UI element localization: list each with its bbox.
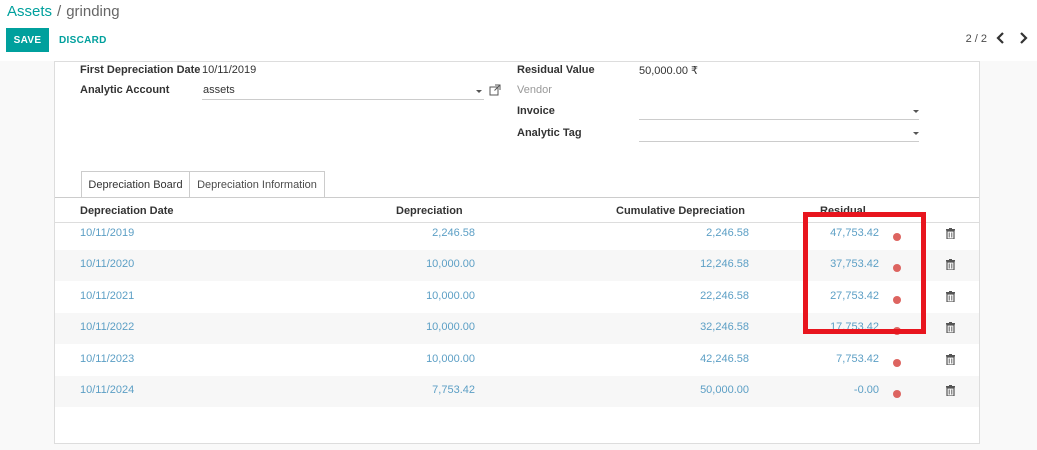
- invoice-field[interactable]: [639, 102, 919, 120]
- first-depreciation-date-value[interactable]: 10/11/2019: [202, 64, 256, 76]
- trash-icon[interactable]: [946, 385, 955, 397]
- row-depreciation: 10,000.00: [426, 258, 475, 270]
- row-cumulative: 22,246.58: [700, 290, 749, 302]
- row-date: 10/11/2024: [80, 384, 135, 396]
- pager-counter: 2 / 2: [965, 33, 987, 45]
- status-dot: [893, 390, 901, 398]
- trash-icon[interactable]: [946, 354, 955, 366]
- control-panel: Assets / grinding SAVE DISCARD 2 / 2: [0, 0, 1037, 61]
- row-depreciation: 7,753.42: [432, 384, 475, 396]
- tab-divider: [55, 197, 979, 198]
- caret-down-icon[interactable]: [476, 90, 482, 93]
- analytic-account-label: Analytic Account: [80, 84, 170, 96]
- column-header-cumulative-depreciation[interactable]: Cumulative Depreciation: [616, 205, 745, 217]
- status-dot: [893, 359, 901, 367]
- tab-depreciation-information[interactable]: Depreciation Information: [190, 171, 325, 198]
- trash-icon[interactable]: [946, 259, 955, 271]
- row-depreciation: 2,246.58: [432, 227, 475, 239]
- analytic-account-field[interactable]: assets: [202, 82, 484, 100]
- trash-icon[interactable]: [946, 291, 955, 303]
- table-row[interactable]: 10/11/2024 7,753.42 50,000.00 -0.00: [55, 376, 979, 407]
- trash-icon[interactable]: [946, 228, 955, 240]
- row-date: 10/11/2023: [80, 353, 135, 365]
- row-date: 10/11/2022: [80, 321, 135, 333]
- row-depreciation: 10,000.00: [426, 321, 475, 333]
- row-cumulative: 12,246.58: [700, 258, 749, 270]
- breadcrumb-separator: /: [57, 3, 62, 20]
- row-date: 10/11/2020: [80, 258, 135, 270]
- column-header-depreciation[interactable]: Depreciation: [396, 205, 463, 217]
- analytic-tag-label: Analytic Tag: [517, 127, 582, 139]
- discard-button[interactable]: DISCARD: [59, 28, 107, 52]
- residual-value-label: Residual Value: [517, 64, 595, 76]
- row-depreciation: 10,000.00: [426, 290, 475, 302]
- save-button[interactable]: SAVE: [6, 28, 49, 52]
- highlight-annotation: [803, 212, 926, 334]
- row-depreciation: 10,000.00: [426, 353, 475, 365]
- row-date: 10/11/2021: [80, 290, 135, 302]
- row-date: 10/11/2019: [80, 227, 135, 239]
- breadcrumb-assets-link[interactable]: Assets: [7, 3, 52, 20]
- first-depreciation-date-label: First Depreciation Date: [80, 64, 201, 76]
- row-cumulative: 2,246.58: [706, 227, 749, 239]
- column-header-depreciation-date[interactable]: Depreciation Date: [80, 205, 174, 217]
- residual-value-value: 50,000.00 ₹: [639, 65, 698, 77]
- trash-icon[interactable]: [946, 322, 955, 334]
- breadcrumb-current: grinding: [66, 3, 120, 20]
- row-cumulative: 42,246.58: [700, 353, 749, 365]
- row-cumulative: 50,000.00: [700, 384, 749, 396]
- row-cumulative: 32,246.58: [700, 321, 749, 333]
- tab-depreciation-board[interactable]: Depreciation Board: [81, 171, 190, 198]
- row-residual: 7,753.42: [836, 353, 879, 365]
- table-row[interactable]: 10/11/2023 10,000.00 42,246.58 7,753.42: [55, 345, 979, 376]
- invoice-label: Invoice: [517, 105, 555, 117]
- vendor-label: Vendor: [517, 84, 552, 96]
- caret-down-icon[interactable]: [913, 132, 919, 135]
- external-link-icon[interactable]: [489, 84, 501, 96]
- chevron-left-icon[interactable]: [995, 31, 1007, 45]
- caret-down-icon[interactable]: [913, 110, 919, 113]
- analytic-account-value: assets: [203, 84, 235, 96]
- analytic-tag-field[interactable]: [639, 124, 919, 142]
- row-residual: -0.00: [853, 384, 879, 396]
- chevron-right-icon[interactable]: [1017, 31, 1029, 45]
- breadcrumb: Assets / grinding: [7, 3, 120, 20]
